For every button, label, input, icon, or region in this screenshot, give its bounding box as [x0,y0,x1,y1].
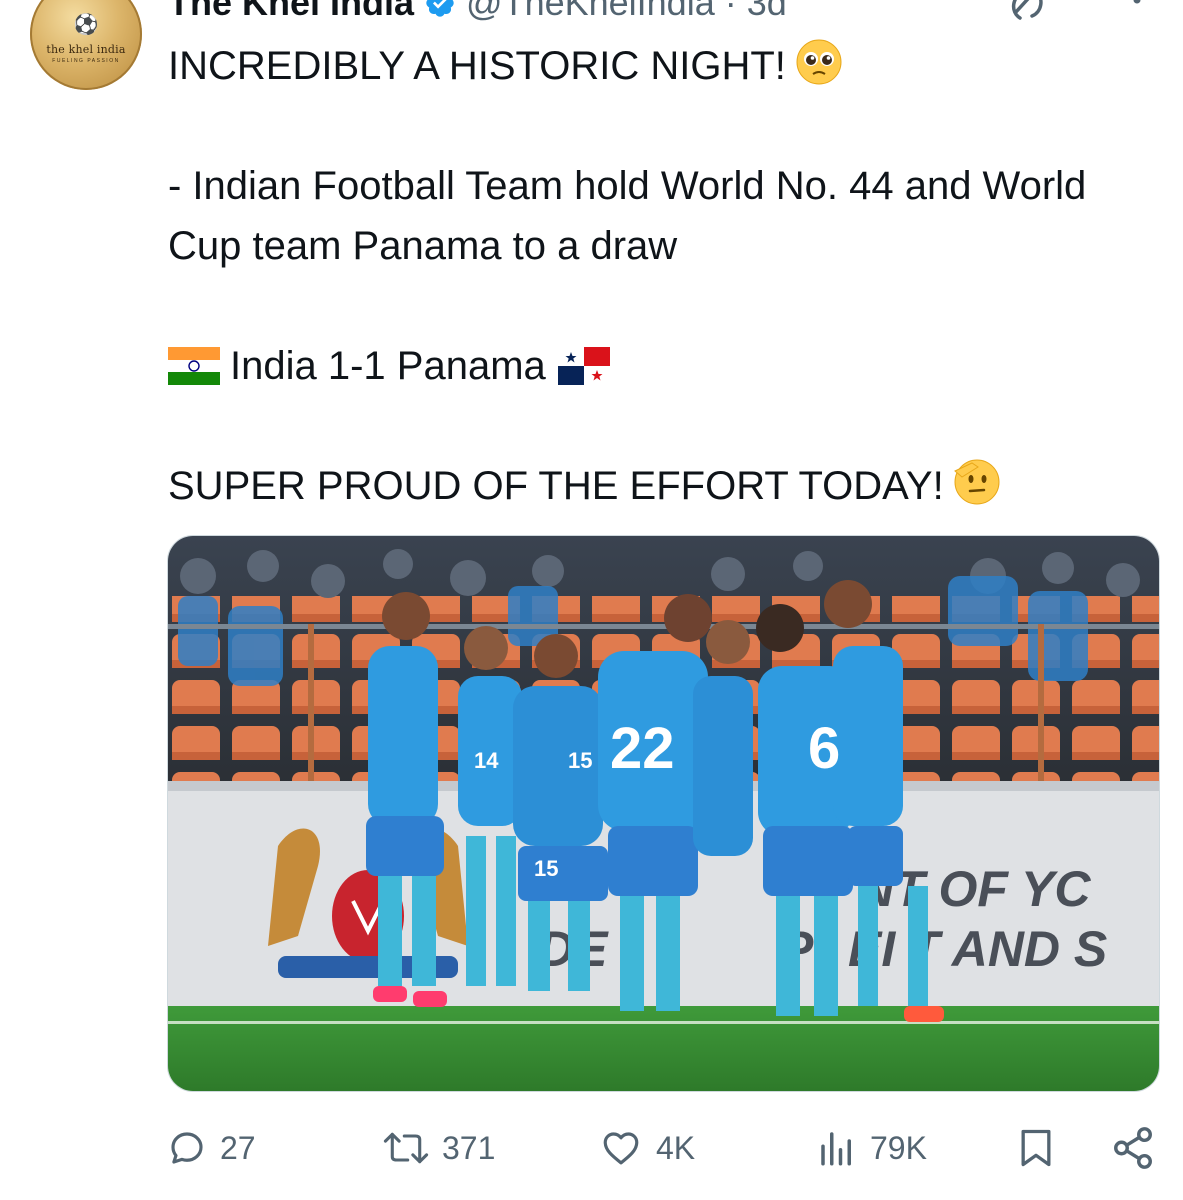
khel-logo-icon: ⚽ [73,14,99,36]
verified-badge-icon [426,0,454,17]
bookmark-button[interactable] [1014,1118,1058,1178]
views-button[interactable]: 79K [816,1118,927,1178]
avatar-brand-text: the khel india [46,43,126,56]
like-count: 4K [656,1129,696,1166]
tweet-timestamp[interactable]: · 3d [725,0,787,24]
repost-icon [383,1132,429,1164]
heart-icon [603,1132,639,1165]
author-handle[interactable]: @TheKhelIndia [466,0,715,24]
tweet-header: The Khel India @TheKhelIndia · 3d [168,0,787,26]
india-flag-icon [168,347,220,385]
jersey-number-15: 15 [568,748,592,773]
reply-icon [171,1132,203,1164]
jersey-number-6: 6 [808,716,840,781]
share-icon [1114,1127,1152,1169]
grok-icon[interactable] [1006,0,1050,26]
tweet-body: INCREDIBLY A HISTORIC NIGHT! - Indian Fo… [168,36,1148,516]
repost-button[interactable]: 371 [382,1118,495,1178]
like-button[interactable]: 4K [598,1118,695,1178]
board-text-bottom: EI T AND S [848,921,1107,977]
more-options-icon[interactable] [1122,0,1152,22]
tweet-line-proud: SUPER PROUD OF THE EFFORT TODAY! [168,456,1148,516]
pleading-face-icon [796,39,842,85]
tweet-action-bar: 27 371 4K 79K [0,1118,1183,1178]
team-celebration-photo: NT OF YC DE P EI T AND S [168,536,1159,1091]
view-count: 79K [870,1129,927,1166]
jersey-number-14: 14 [474,748,499,773]
shorts-number-15: 15 [534,856,558,881]
author-display-name[interactable]: The Khel India [168,0,414,24]
share-button[interactable] [1110,1118,1156,1178]
jersey-number-22: 22 [610,716,675,781]
analytics-icon [821,1132,851,1166]
tweet-line-score: India 1-1 Panama [168,336,1148,396]
panama-flag-icon [557,347,610,385]
tweet-photo[interactable]: NT OF YC DE P EI T AND S [167,535,1160,1092]
bookmark-icon [1021,1129,1051,1167]
avatar-tagline: FUELING PASSION [52,58,120,64]
tweet-line-draw: - Indian Football Team hold World No. 44… [168,164,1087,268]
tweet-line-headline: INCREDIBLY A HISTORIC NIGHT! [168,36,1148,96]
author-avatar[interactable]: ⚽ the khel india FUELING PASSION [30,0,142,90]
saluting-face-icon [953,459,1000,505]
reply-count: 27 [220,1129,256,1166]
reply-button[interactable]: 27 [166,1118,256,1178]
repost-count: 371 [442,1129,496,1166]
